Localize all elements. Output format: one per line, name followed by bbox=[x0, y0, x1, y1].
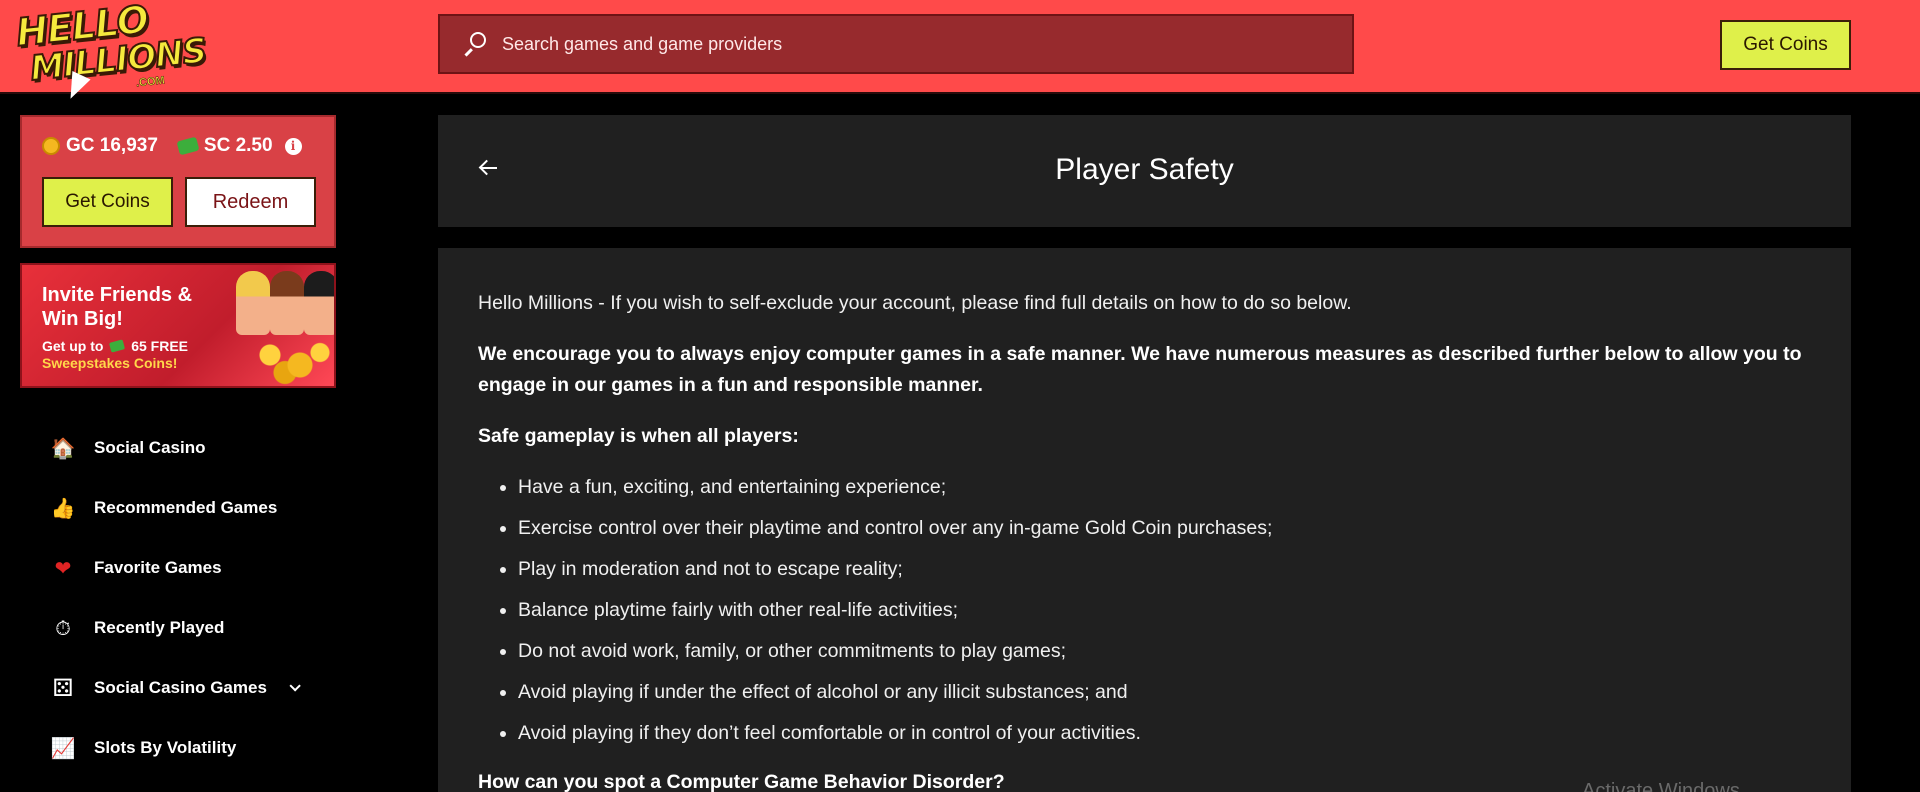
coin-pile-graphic bbox=[240, 335, 334, 385]
sidebar-item-social-casino[interactable]: 🏠 Social Casino bbox=[50, 418, 297, 478]
promo-character-1 bbox=[236, 271, 270, 335]
activate-windows-watermark: Activate Windows bbox=[1582, 780, 1740, 792]
search-input[interactable] bbox=[502, 33, 1302, 55]
sc-balance: SC 2.50 bbox=[203, 135, 273, 156]
stopwatch-icon: ⏱ bbox=[55, 616, 71, 640]
hello-millions-logo[interactable]: HELLO MILLIONS .COM bbox=[13, 0, 209, 104]
safe-gameplay-heading: Safe gameplay is when all players: bbox=[478, 425, 799, 447]
list-item: Do not avoid work, family, or other comm… bbox=[518, 636, 1811, 667]
sidebar-item-label: Favorite Games bbox=[94, 558, 222, 577]
heart-icon: ❤ bbox=[54, 556, 72, 580]
promo-character-2 bbox=[270, 271, 304, 335]
page-title: Player Safety bbox=[1055, 153, 1234, 186]
sidebar-item-label: Recently Played bbox=[94, 618, 225, 637]
list-item: Balance playtime fairly with other real-… bbox=[518, 595, 1811, 626]
list-item: Exercise control over their playtime and… bbox=[518, 513, 1811, 544]
list-item: Have a fun, exciting, and entertaining e… bbox=[518, 472, 1811, 503]
encourage-paragraph: We encourage you to always enjoy compute… bbox=[478, 343, 1802, 396]
header-get-coins-button[interactable]: Get Coins bbox=[1720, 20, 1851, 70]
sidebar-item-favorite-games[interactable]: ❤ Favorite Games bbox=[50, 538, 297, 598]
gc-balance: GC 16,937 bbox=[66, 135, 158, 156]
balances: GC 16,937 SC 2.50 i bbox=[42, 135, 302, 157]
invite-friends-banner[interactable]: Invite Friends & Win Big! Get up to 65 F… bbox=[20, 263, 336, 388]
safe-gameplay-list: Have a fun, exciting, and entertaining e… bbox=[518, 472, 1811, 749]
page-title-card: Player Safety bbox=[438, 115, 1851, 227]
wallet-panel: GC 16,937 SC 2.50 i Get Coins Redeem bbox=[20, 115, 336, 248]
sidebar-item-recently-played[interactable]: ⏱ Recently Played bbox=[50, 598, 297, 658]
chevron-down-icon[interactable] bbox=[289, 680, 301, 692]
search-bar[interactable] bbox=[438, 14, 1354, 74]
list-item: Avoid playing if they don’t feel comfort… bbox=[518, 718, 1811, 749]
info-icon[interactable]: i bbox=[284, 137, 302, 155]
sidebar-item-label: Social Casino bbox=[94, 438, 206, 457]
sweeps-coin-icon bbox=[176, 136, 200, 156]
sidebar-nav: 🏠 Social Casino 👍 Recommended Games ❤ Fa… bbox=[50, 418, 301, 778]
sweeps-coin-icon bbox=[109, 339, 126, 353]
promo-character-3 bbox=[304, 271, 334, 335]
list-item: Play in moderation and not to escape rea… bbox=[518, 554, 1811, 585]
promo-title: Invite Friends & Win Big! bbox=[42, 284, 193, 330]
promo-line1: Get up to 65 FREE bbox=[42, 337, 188, 355]
list-item: Avoid playing if under the effect of alc… bbox=[518, 677, 1811, 708]
dice-icon: ⚄ bbox=[52, 674, 74, 702]
promo-line2: Sweepstakes Coins! bbox=[42, 355, 178, 371]
logo-suffix: .COM bbox=[135, 74, 166, 90]
wallet-get-coins-button[interactable]: Get Coins bbox=[42, 177, 173, 227]
sidebar-item-label: Recommended Games bbox=[94, 498, 278, 517]
gold-coin-icon bbox=[42, 137, 60, 155]
top-header: HELLO MILLIONS .COM Get Coins bbox=[0, 0, 1920, 104]
sidebar-item-label: Social Casino Games bbox=[94, 678, 267, 697]
redeem-button[interactable]: Redeem bbox=[185, 177, 316, 227]
player-safety-content: Hello Millions - If you wish to self-exc… bbox=[438, 248, 1851, 792]
sidebar-item-label: Slots By Volatility bbox=[94, 738, 237, 757]
house-icon: 🏠 bbox=[50, 436, 76, 460]
sidebar-item-social-casino-games[interactable]: ⚄ Social Casino Games bbox=[50, 658, 301, 718]
intro-paragraph: Hello Millions - If you wish to self-exc… bbox=[478, 292, 1352, 314]
sidebar-item-recommended-games[interactable]: 👍 Recommended Games bbox=[50, 478, 297, 538]
sidebar-item-slots-by-volatility[interactable]: 📈 Slots By Volatility bbox=[50, 718, 297, 778]
chart-up-icon: 📈 bbox=[50, 736, 76, 760]
thumbs-up-icon: 👍 bbox=[50, 496, 76, 520]
search-icon bbox=[462, 32, 486, 56]
promo-line1-suffix: 65 FREE bbox=[131, 338, 189, 354]
promo-line1-prefix: Get up to bbox=[42, 338, 104, 354]
